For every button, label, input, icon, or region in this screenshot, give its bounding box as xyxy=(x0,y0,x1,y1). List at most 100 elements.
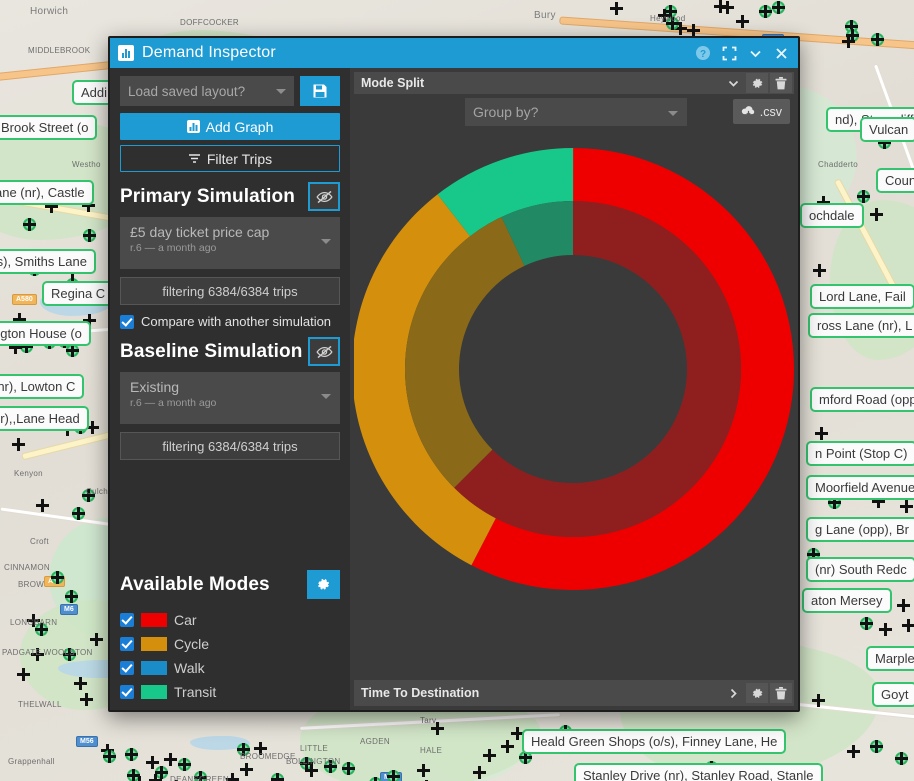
mode-row[interactable]: Walk xyxy=(120,656,340,680)
primary-simulation-select[interactable]: £5 day ticket price cap r.6 — a month ag… xyxy=(120,217,340,269)
filter-trips-button[interactable]: Filter Trips xyxy=(120,145,340,172)
map-stop-marker[interactable] xyxy=(871,32,885,46)
mode-row[interactable]: Cycle xyxy=(120,632,340,656)
map-stop-marker[interactable] xyxy=(902,619,914,633)
map-stop-marker[interactable] xyxy=(841,35,855,49)
time-to-destination-delete-button[interactable] xyxy=(770,683,792,703)
baseline-simulation-select[interactable]: Existing r.6 — a month ago xyxy=(120,372,340,424)
map-stop-marker[interactable] xyxy=(482,749,496,763)
map-stop-marker[interactable] xyxy=(72,507,86,521)
map-stop-marker[interactable] xyxy=(90,632,104,646)
map-stop-marker[interactable] xyxy=(125,747,139,761)
donut-svg[interactable] xyxy=(354,130,794,660)
map-stop-marker[interactable] xyxy=(387,770,401,781)
fullscreen-button[interactable] xyxy=(716,40,742,66)
map-stop-marker[interactable] xyxy=(772,1,786,15)
compare-simulation-checkbox[interactable] xyxy=(120,314,134,329)
primary-filter-status[interactable]: filtering 6384/6384 trips xyxy=(120,277,340,305)
group-by-select[interactable]: Group by? xyxy=(465,98,687,126)
mode-split-donut-chart[interactable]: Transit 671 (10.51%) xyxy=(354,130,794,676)
map-stop-label[interactable]: Marple xyxy=(866,646,914,671)
map-stop-label[interactable]: (nr), Lowton C xyxy=(0,374,85,399)
map-stop-label[interactable]: Brook Street (o xyxy=(0,115,98,140)
time-to-destination-settings-button[interactable] xyxy=(746,683,768,703)
map-stop-marker[interactable] xyxy=(846,744,860,758)
map-stop-marker[interactable] xyxy=(860,616,874,630)
mode-checkbox[interactable] xyxy=(120,685,134,699)
collapse-button[interactable] xyxy=(742,40,768,66)
map-stop-marker[interactable] xyxy=(895,751,909,765)
map-stop-label[interactable]: /s), Smiths Lane xyxy=(0,249,96,274)
map-stop-label[interactable]: ane (nr), Castle xyxy=(0,180,94,205)
map-stop-marker[interactable] xyxy=(148,773,162,781)
map-stop-label[interactable]: nr),,Lane Head xyxy=(0,406,89,431)
map-stop-marker[interactable] xyxy=(342,761,356,775)
map-stop-marker[interactable] xyxy=(64,589,78,603)
map-stop-marker[interactable] xyxy=(50,571,64,585)
map-stop-label[interactable]: aton Mersey xyxy=(802,588,892,613)
add-graph-button[interactable]: Add Graph xyxy=(120,113,340,140)
mode-checkbox[interactable] xyxy=(120,661,134,675)
download-csv-button[interactable]: .csv xyxy=(732,99,790,124)
save-layout-button[interactable] xyxy=(300,76,340,106)
map-stop-label[interactable]: ross Lane (nr), L xyxy=(808,313,914,338)
map-stop-label[interactable]: Lord Lane, Fail xyxy=(810,284,914,309)
mode-split-settings-button[interactable] xyxy=(746,73,768,93)
mode-checkbox[interactable] xyxy=(120,637,134,651)
map-stop-marker[interactable] xyxy=(878,623,892,637)
map-stop-marker[interactable] xyxy=(473,766,486,780)
map-stop-marker[interactable] xyxy=(163,752,177,766)
map-stop-marker[interactable] xyxy=(814,427,828,441)
primary-visibility-toggle[interactable] xyxy=(308,182,340,211)
map-stop-label[interactable]: Vulcan xyxy=(860,117,914,142)
map-stop-marker[interactable] xyxy=(240,762,254,776)
map-stop-marker[interactable] xyxy=(16,667,30,681)
map-stop-marker[interactable] xyxy=(416,764,430,778)
mode-checkbox[interactable] xyxy=(120,613,134,627)
map-stop-marker[interactable] xyxy=(812,693,826,707)
map-stop-marker[interactable] xyxy=(83,229,97,243)
map-stop-marker[interactable] xyxy=(869,739,883,753)
map-stop-marker[interactable] xyxy=(899,499,913,513)
load-layout-select[interactable]: Load saved layout? xyxy=(120,76,294,106)
map-stop-marker[interactable] xyxy=(735,14,749,28)
map-stop-label[interactable]: Goyt xyxy=(872,682,914,707)
map-stop-marker[interactable] xyxy=(145,755,159,769)
map-stop-label[interactable]: n Point (Stop C) xyxy=(806,441,914,466)
mode-split-delete-button[interactable] xyxy=(770,73,792,93)
map-stop-marker[interactable] xyxy=(35,499,49,513)
map-stop-marker[interactable] xyxy=(369,777,382,781)
map-stop-marker[interactable] xyxy=(177,758,191,772)
map-stop-label[interactable]: Moorfield Avenue xyxy=(806,475,914,500)
map-stop-label[interactable]: Stanley Drive (nr), Stanley Road, Stanle xyxy=(574,763,823,781)
modes-settings-button[interactable] xyxy=(307,570,340,599)
map-stop-label[interactable]: mford Road (opp xyxy=(810,387,914,412)
mode-split-collapse-button[interactable] xyxy=(722,73,744,93)
map-stop-marker[interactable] xyxy=(73,676,87,690)
baseline-visibility-toggle[interactable] xyxy=(308,337,340,366)
map-stop-marker[interactable] xyxy=(79,693,93,707)
map-stop-marker[interactable] xyxy=(501,739,515,753)
map-stop-label[interactable]: (nr) South Redc xyxy=(806,557,914,582)
map-stop-marker[interactable] xyxy=(133,775,147,781)
map-stop-marker[interactable] xyxy=(271,773,285,781)
map-stop-marker[interactable] xyxy=(11,437,25,451)
map-stop-label[interactable]: ochdale xyxy=(800,203,864,228)
baseline-filter-status[interactable]: filtering 6384/6384 trips xyxy=(120,432,340,460)
map-stop-marker[interactable] xyxy=(870,208,884,222)
map-stop-marker[interactable] xyxy=(102,749,116,763)
map-stop-marker[interactable] xyxy=(609,2,623,16)
map-stop-marker[interactable] xyxy=(714,0,728,14)
mode-row[interactable]: Car xyxy=(120,608,340,632)
compare-simulation-row[interactable]: Compare with another simulation xyxy=(120,314,340,329)
map-stop-label[interactable]: Regina C xyxy=(42,281,115,306)
time-to-destination-expand-button[interactable] xyxy=(722,683,744,703)
mode-row[interactable]: Transit xyxy=(120,680,340,704)
map-stop-marker[interactable] xyxy=(896,599,910,612)
map-stop-label[interactable]: ngton House (o xyxy=(0,321,91,346)
map-stop-label[interactable]: Coun xyxy=(876,168,914,193)
map-stop-marker[interactable] xyxy=(759,5,773,19)
window-title-bar[interactable]: Demand Inspector ? xyxy=(110,38,798,68)
close-button[interactable] xyxy=(768,40,794,66)
map-stop-label[interactable]: Heald Green Shops (o/s), Finney Lane, He xyxy=(522,729,787,754)
